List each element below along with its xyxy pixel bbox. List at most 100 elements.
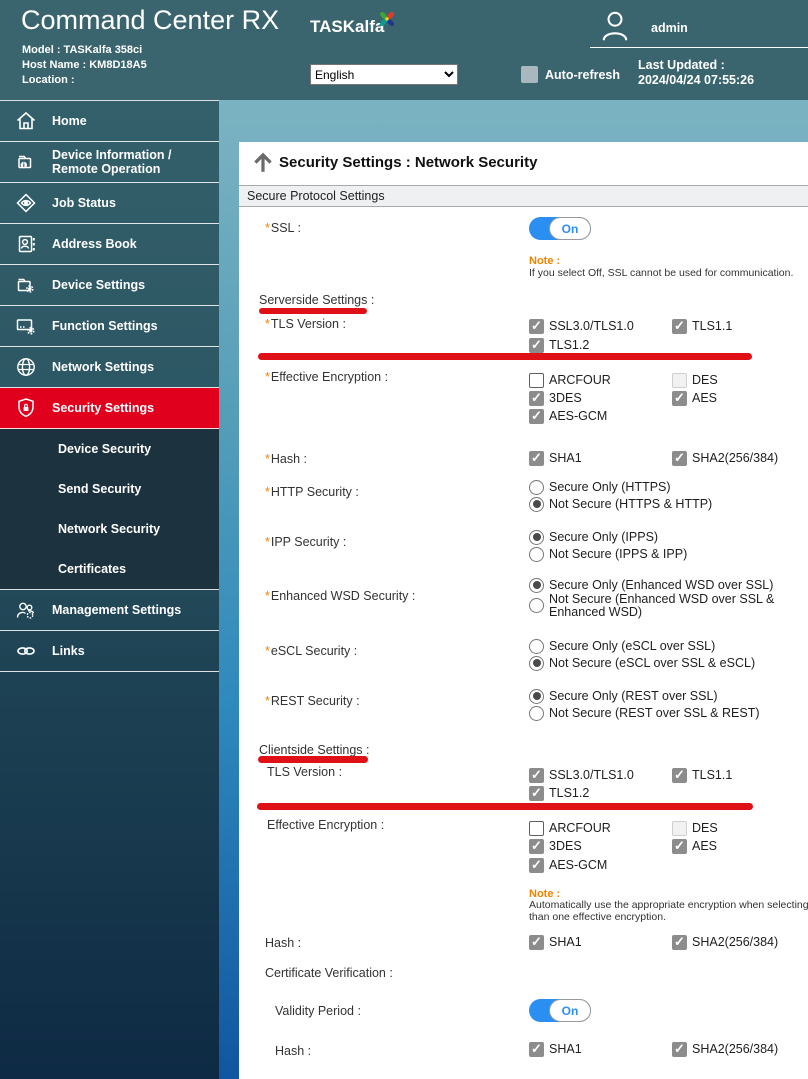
radio[interactable]: [529, 598, 544, 613]
auto-refresh-checkbox[interactable]: [521, 66, 538, 83]
address-book-icon: [0, 232, 52, 256]
client-tls-label: TLS Version :: [267, 765, 342, 779]
checkbox[interactable]: [529, 451, 544, 466]
back-up-arrow-icon[interactable]: [250, 149, 276, 175]
rest-security-label: *REST Security :: [265, 694, 360, 708]
checkbox[interactable]: [529, 319, 544, 334]
checkbox[interactable]: [672, 391, 687, 406]
client-enc-aes[interactable]: AES: [672, 838, 717, 854]
top-header: Command Center RX Model : TASKalfa 358ci…: [0, 0, 808, 100]
http-not-secure-radio[interactable]: Not Secure (HTTPS & HTTP): [529, 496, 712, 512]
wsd-not-secure-radio[interactable]: Not Secure (Enhanced WSD over SSL & Enha…: [529, 592, 794, 619]
checkbox[interactable]: [672, 319, 687, 334]
radio[interactable]: [529, 656, 544, 671]
rest-not-secure-radio[interactable]: Not Secure (REST over SSL & REST): [529, 705, 760, 721]
annotation-line-client-tls: [257, 803, 753, 810]
checkbox-label: AES: [692, 839, 717, 853]
client-enc-arcfour[interactable]: ARCFOUR: [529, 820, 611, 836]
client-tls-tls11[interactable]: TLS1.1: [672, 767, 732, 783]
radio[interactable]: [529, 689, 544, 704]
client-enc-3des[interactable]: 3DES: [529, 838, 582, 854]
radio[interactable]: [529, 547, 544, 562]
client-tls-tls12[interactable]: TLS1.2: [529, 785, 589, 801]
submenu-item-certificates[interactable]: Certificates: [0, 549, 219, 589]
checkbox[interactable]: [529, 821, 544, 836]
checkbox[interactable]: [672, 839, 687, 854]
checkbox[interactable]: [529, 858, 544, 873]
client-hash-sha2[interactable]: SHA2(256/384): [672, 934, 778, 950]
server-enc-aesgcm[interactable]: AES-GCM: [529, 408, 607, 424]
client-enc-des: DES: [672, 820, 718, 836]
validity-period-toggle[interactable]: On: [529, 999, 591, 1022]
checkbox[interactable]: [529, 409, 544, 424]
checkbox-label: TLS1.2: [549, 338, 589, 352]
client-enc-aesgcm[interactable]: AES-GCM: [529, 857, 607, 873]
server-enc-arcfour[interactable]: ARCFOUR: [529, 372, 611, 388]
server-tls-tls12[interactable]: TLS1.2: [529, 337, 589, 353]
client-hash-sha1[interactable]: SHA1: [529, 934, 582, 950]
checkbox[interactable]: [529, 338, 544, 353]
last-updated-value: 2024/04/24 07:55:26: [638, 73, 754, 88]
ssl-label: *SSL :: [265, 221, 301, 235]
submenu-item-network-security[interactable]: Network Security: [0, 509, 219, 549]
radio[interactable]: [529, 639, 544, 654]
sidebar-item-function-settings[interactable]: Function Settings: [0, 306, 219, 347]
checkbox[interactable]: [672, 1042, 687, 1057]
checkbox[interactable]: [672, 451, 687, 466]
sidebar-label-line2: Remote Operation: [52, 162, 160, 176]
server-hash-sha1[interactable]: SHA1: [529, 450, 582, 466]
sidebar-item-device-information[interactable]: Device Information / Remote Operation: [0, 142, 219, 183]
sidebar-item-address-book[interactable]: Address Book: [0, 224, 219, 265]
required-mark: *: [265, 485, 270, 499]
radio[interactable]: [529, 480, 544, 495]
escl-not-secure-radio[interactable]: Not Secure (eSCL over SSL & eSCL): [529, 655, 755, 671]
submenu-item-device-security[interactable]: Device Security: [0, 429, 219, 469]
ipp-secure-only-radio[interactable]: Secure Only (IPPS): [529, 529, 658, 545]
wsd-secure-only-radio[interactable]: Secure Only (Enhanced WSD over SSL): [529, 577, 773, 593]
rest-secure-only-radio[interactable]: Secure Only (REST over SSL): [529, 688, 718, 704]
sidebar-item-job-status[interactable]: Job Status: [0, 183, 219, 224]
checkbox[interactable]: [529, 768, 544, 783]
http-secure-only-radio[interactable]: Secure Only (HTTPS): [529, 479, 671, 495]
http-security-label: *HTTP Security :: [265, 485, 359, 499]
radio[interactable]: [529, 530, 544, 545]
checkbox[interactable]: [529, 1042, 544, 1057]
sidebar-item-device-settings[interactable]: Device Settings: [0, 265, 219, 306]
checkbox[interactable]: [529, 373, 544, 388]
radio-label: Secure Only (IPPS): [549, 530, 658, 544]
client-tls-ssl30[interactable]: SSL3.0/TLS1.0: [529, 767, 634, 783]
server-tls-tls11[interactable]: TLS1.1: [672, 318, 732, 334]
server-enc-3des[interactable]: 3DES: [529, 390, 582, 406]
ssl-toggle[interactable]: On: [529, 217, 591, 240]
checkbox[interactable]: [529, 391, 544, 406]
ssl-note-text: If you select Off, SSL cannot be used fo…: [529, 268, 793, 280]
sidebar-item-security-settings[interactable]: Security Settings: [0, 388, 219, 429]
server-enc-aes[interactable]: AES: [672, 390, 717, 406]
sidebar-nav: Home Device Information / Remote Operati…: [0, 100, 219, 1079]
checkbox[interactable]: [672, 935, 687, 950]
escl-secure-only-radio[interactable]: Secure Only (eSCL over SSL): [529, 638, 715, 654]
server-enc-des: DES: [672, 372, 718, 388]
checkbox[interactable]: [529, 786, 544, 801]
checkbox[interactable]: [529, 935, 544, 950]
radio[interactable]: [529, 706, 544, 721]
radio[interactable]: [529, 497, 544, 512]
client-enc-label: Effective Encryption :: [267, 818, 384, 832]
server-tls-ssl30[interactable]: SSL3.0/TLS1.0: [529, 318, 634, 334]
radio[interactable]: [529, 578, 544, 593]
submenu-item-send-security[interactable]: Send Security: [0, 469, 219, 509]
checkbox[interactable]: [672, 768, 687, 783]
language-select[interactable]: English: [310, 64, 458, 85]
sidebar-item-management-settings[interactable]: Management Settings: [0, 590, 219, 631]
device-identity: Model : TASKalfa 358ci Host Name : KM8D1…: [22, 43, 147, 88]
sidebar-item-home[interactable]: Home: [0, 101, 219, 142]
checkbox[interactable]: [529, 839, 544, 854]
cert-hash-sha1[interactable]: SHA1: [529, 1041, 582, 1057]
server-hash-sha2[interactable]: SHA2(256/384): [672, 450, 778, 466]
user-name[interactable]: admin: [651, 21, 688, 35]
sidebar-item-network-settings[interactable]: Network Settings: [0, 347, 219, 388]
ipp-not-secure-radio[interactable]: Not Secure (IPPS & IPP): [529, 546, 687, 562]
cert-hash-sha2[interactable]: SHA2(256/384): [672, 1041, 778, 1057]
radio-label: Secure Only (Enhanced WSD over SSL): [549, 578, 773, 592]
sidebar-item-links[interactable]: Links: [0, 631, 219, 672]
